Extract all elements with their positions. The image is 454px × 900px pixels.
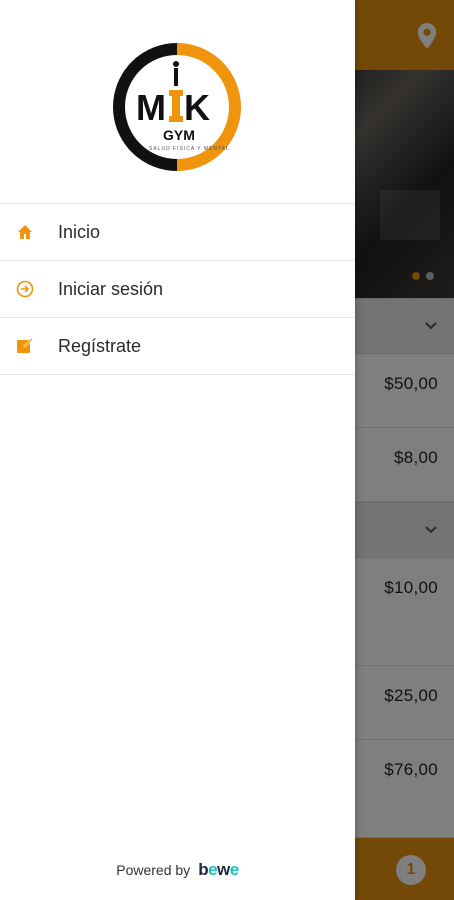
login-icon xyxy=(16,280,34,298)
drawer-menu: Inicio Iniciar sesión Regístrate xyxy=(0,203,355,375)
menu-item-inicio[interactable]: Inicio xyxy=(0,204,355,261)
gym-logo: M K GYM SALUD FISICA Y MENTAL xyxy=(112,42,242,172)
powered-by-label: Powered by xyxy=(116,862,191,878)
menu-item-label: Regístrate xyxy=(58,335,142,356)
home-icon xyxy=(16,223,34,241)
powered-by: Powered by bewe xyxy=(0,860,355,880)
svg-text:GYM: GYM xyxy=(163,127,195,143)
svg-text:M: M xyxy=(136,87,166,128)
menu-item-label: Inicio xyxy=(58,221,101,242)
bewe-logo[interactable]: bewe xyxy=(198,860,239,880)
svg-text:SALUD FISICA Y MENTAL: SALUD FISICA Y MENTAL xyxy=(149,146,230,152)
register-icon xyxy=(16,337,34,355)
gym-logo-graphic: M K GYM SALUD FISICA Y MENTAL xyxy=(113,43,241,171)
svg-text:K: K xyxy=(184,87,210,128)
navigation-drawer: M K GYM SALUD FISICA Y MENTAL Inicio Ini… xyxy=(0,0,355,900)
menu-item-registrate[interactable]: Regístrate xyxy=(0,318,355,375)
menu-item-label: Iniciar sesión xyxy=(58,278,164,299)
menu-item-iniciar-sesion[interactable]: Iniciar sesión xyxy=(0,261,355,318)
